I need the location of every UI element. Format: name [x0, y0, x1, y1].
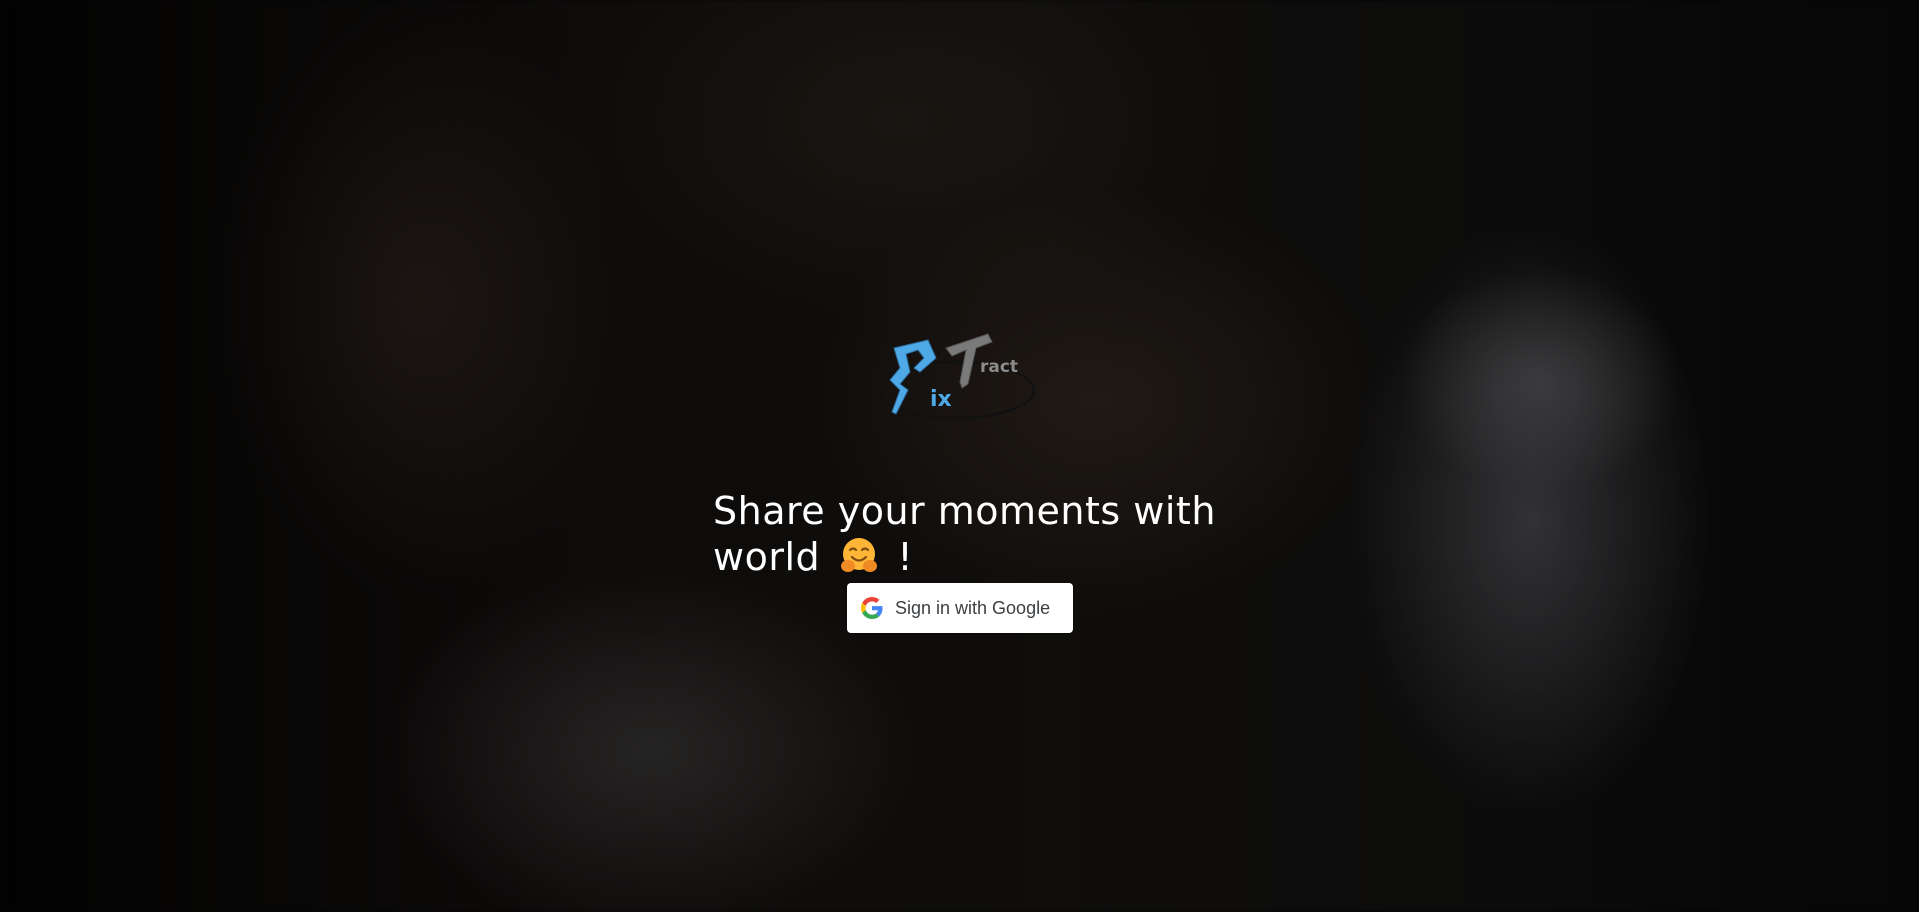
headline-exclamation: !: [897, 535, 914, 579]
hugging-face-emoji-icon: [839, 535, 879, 585]
sign-in-with-google-button[interactable]: Sign in with Google: [847, 583, 1073, 633]
svg-text:ix: ix: [930, 387, 952, 412]
google-button-label: Sign in with Google: [895, 597, 1051, 618]
headline-line1: Share your moments with: [713, 489, 1216, 533]
login-page: ix ract Share your moments with world !: [0, 0, 1919, 912]
svg-text:ract: ract: [980, 357, 1018, 377]
login-content: ix ract Share your moments with world !: [0, 0, 1919, 912]
google-g-icon: [861, 597, 883, 619]
hero-headline: Share your moments with world !: [713, 488, 1233, 585]
pixtract-logo: ix ract: [876, 333, 1036, 420]
headline-word: world: [713, 535, 821, 579]
